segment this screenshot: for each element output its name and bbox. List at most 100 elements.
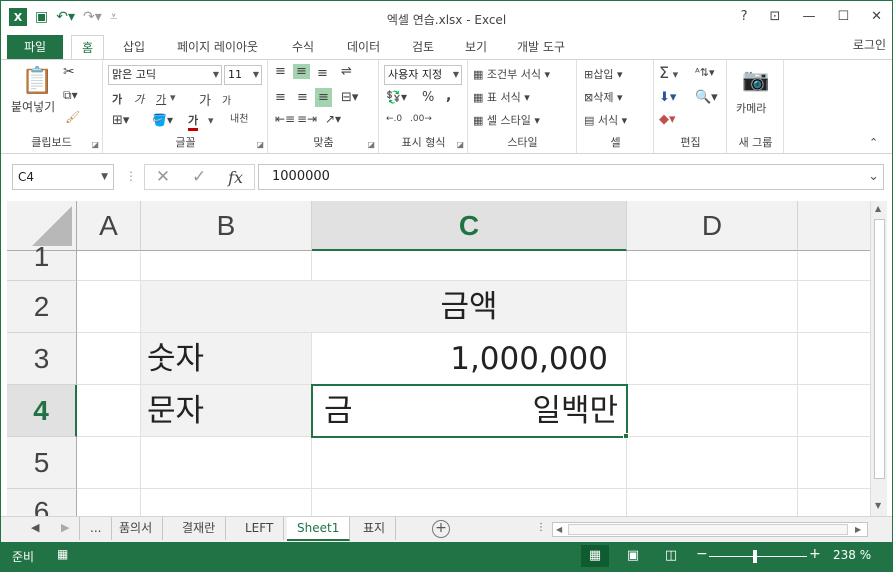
- cell-e4[interactable]: [798, 385, 870, 437]
- column-header-b[interactable]: B: [141, 201, 312, 251]
- cell-d1[interactable]: [627, 251, 798, 281]
- fill-handle[interactable]: [623, 433, 629, 439]
- underline-button[interactable]: 가: [156, 91, 166, 107]
- align-left-icon[interactable]: ≡: [275, 90, 286, 105]
- tab-splitter-icon[interactable]: ⋮: [536, 522, 546, 533]
- zoom-level[interactable]: 238 %: [833, 548, 871, 562]
- cell-e5[interactable]: [798, 437, 870, 489]
- vertical-scrollbar[interactable]: ▲ ▼: [870, 201, 887, 516]
- cell-c3[interactable]: 1,000,000: [312, 333, 627, 385]
- cell-d3[interactable]: [627, 333, 798, 385]
- number-launcher-icon[interactable]: ◪: [456, 140, 464, 149]
- font-size-dropdown[interactable]: 11 ▼: [224, 65, 262, 85]
- cell-c6[interactable]: [312, 489, 627, 516]
- clipboard-launcher-icon[interactable]: ◪: [91, 140, 99, 149]
- scroll-left-icon[interactable]: ◀: [556, 525, 562, 534]
- scroll-right-icon[interactable]: ▶: [855, 525, 861, 534]
- increase-indent-icon[interactable]: ≡⇥: [297, 112, 317, 126]
- name-box[interactable]: C4 ▼: [12, 164, 114, 190]
- number-format-dropdown[interactable]: 사용자 지정 ▼: [384, 65, 462, 85]
- accounting-format-icon[interactable]: 💱▾: [386, 90, 407, 104]
- insert-cells-button[interactable]: ⊞삽입 ▾: [584, 66, 623, 82]
- font-color-icon[interactable]: 가: [188, 112, 199, 131]
- formula-bar-splitter[interactable]: ⋮: [125, 169, 137, 183]
- cut-icon[interactable]: ✂: [63, 64, 75, 80]
- column-header-e[interactable]: [798, 201, 870, 251]
- cell-a4[interactable]: [77, 385, 141, 437]
- copy-icon[interactable]: ⧉▾: [63, 88, 78, 103]
- align-middle-icon[interactable]: ≡: [293, 64, 310, 79]
- cell-a1[interactable]: [77, 251, 141, 281]
- grow-font-button[interactable]: 가: [199, 90, 211, 109]
- cell-b5[interactable]: [141, 437, 312, 489]
- sheet-tab-left[interactable]: LEFT: [235, 517, 285, 540]
- underline-menu-icon[interactable]: ▾: [170, 91, 176, 104]
- cell-e2[interactable]: [798, 281, 870, 333]
- decrease-indent-icon[interactable]: ⇤≡: [275, 112, 295, 126]
- cell-a6[interactable]: [77, 489, 141, 516]
- bold-button[interactable]: 가: [112, 91, 122, 107]
- shrink-font-button[interactable]: 가: [222, 92, 231, 107]
- zoom-slider[interactable]: [709, 556, 807, 557]
- worksheet-grid[interactable]: A B C D 1 2 3 4 5 6 금액 숫자 1,000,000 문자 금: [7, 201, 870, 516]
- new-sheet-button[interactable]: +: [432, 520, 450, 538]
- cell-b3[interactable]: 숫자: [141, 333, 312, 385]
- phonetic-button[interactable]: 내천: [230, 110, 248, 125]
- sheet-next-icon[interactable]: ▶: [61, 521, 69, 534]
- tab-data[interactable]: 데이터: [347, 35, 380, 60]
- cell-b4[interactable]: 문자: [141, 385, 312, 437]
- cell-b1[interactable]: [141, 251, 312, 281]
- align-right-icon[interactable]: ≡: [315, 88, 332, 107]
- cancel-icon[interactable]: ✕: [156, 167, 170, 187]
- paste-icon[interactable]: 📋: [21, 66, 53, 96]
- minimize-button[interactable]: —: [802, 9, 815, 24]
- camera-button[interactable]: 카메라: [736, 100, 766, 116]
- font-launcher-icon[interactable]: ◪: [256, 140, 264, 149]
- ribbon-display-button[interactable]: ⊡: [770, 9, 781, 24]
- sheet-prev-icon[interactable]: ◀: [31, 521, 39, 534]
- cell-c5[interactable]: [312, 437, 627, 489]
- tab-view[interactable]: 보기: [465, 35, 487, 60]
- login-link[interactable]: 로그인: [853, 35, 886, 55]
- merge-center-icon[interactable]: ⊟▾: [341, 90, 358, 105]
- cell-d2[interactable]: [627, 281, 798, 333]
- vertical-scroll-thumb[interactable]: [874, 219, 885, 479]
- normal-view-icon[interactable]: ▦: [581, 545, 609, 567]
- cell-b6[interactable]: [141, 489, 312, 516]
- row-header-2[interactable]: 2: [7, 281, 77, 333]
- zoom-in-icon[interactable]: +: [809, 546, 821, 562]
- help-button[interactable]: ?: [741, 9, 748, 24]
- cell-a5[interactable]: [77, 437, 141, 489]
- cell-e1[interactable]: [798, 251, 870, 281]
- wrap-text-icon[interactable]: ⇌: [341, 64, 352, 79]
- cell-e6[interactable]: [798, 489, 870, 516]
- column-header-d[interactable]: D: [627, 201, 798, 251]
- align-top-icon[interactable]: ≡: [275, 64, 286, 79]
- align-center-icon[interactable]: ≡: [297, 90, 308, 105]
- cell-b2[interactable]: [141, 281, 312, 333]
- tab-review[interactable]: 검토: [412, 35, 434, 60]
- sheet-tab-pumuiseo[interactable]: 품의서: [109, 517, 164, 540]
- font-color-menu-icon[interactable]: ▾: [208, 114, 214, 127]
- autosum-button[interactable]: Σ ▾: [659, 63, 678, 82]
- clear-icon[interactable]: ◆▾: [659, 112, 676, 127]
- tab-formulas[interactable]: 수식: [292, 35, 314, 60]
- sheet-tab-pyoji[interactable]: 표지: [353, 517, 397, 540]
- conditional-format-button[interactable]: ▦ 조건부 서식 ▾: [473, 66, 550, 82]
- cell-c2[interactable]: 금액: [312, 281, 627, 333]
- font-name-dropdown[interactable]: 맑은 고딕 ▼: [108, 65, 222, 85]
- insert-function-icon[interactable]: fx: [228, 168, 243, 187]
- maximize-button[interactable]: ☐: [837, 9, 849, 24]
- page-layout-view-icon[interactable]: ▣: [619, 545, 647, 567]
- horizontal-scroll-thumb[interactable]: [568, 524, 848, 535]
- row-header-6[interactable]: 6: [7, 489, 77, 516]
- sheet-tab-sheet1[interactable]: Sheet1: [287, 517, 351, 541]
- cell-d5[interactable]: [627, 437, 798, 489]
- increase-decimal-icon[interactable]: ←.0: [386, 114, 402, 124]
- close-button[interactable]: ✕: [871, 9, 882, 24]
- tab-home[interactable]: 홈: [71, 35, 105, 61]
- align-bottom-icon[interactable]: ≡: [317, 66, 328, 81]
- row-header-1[interactable]: 1: [7, 243, 77, 281]
- cell-a2[interactable]: [77, 281, 141, 333]
- enter-icon[interactable]: ✓: [192, 167, 206, 187]
